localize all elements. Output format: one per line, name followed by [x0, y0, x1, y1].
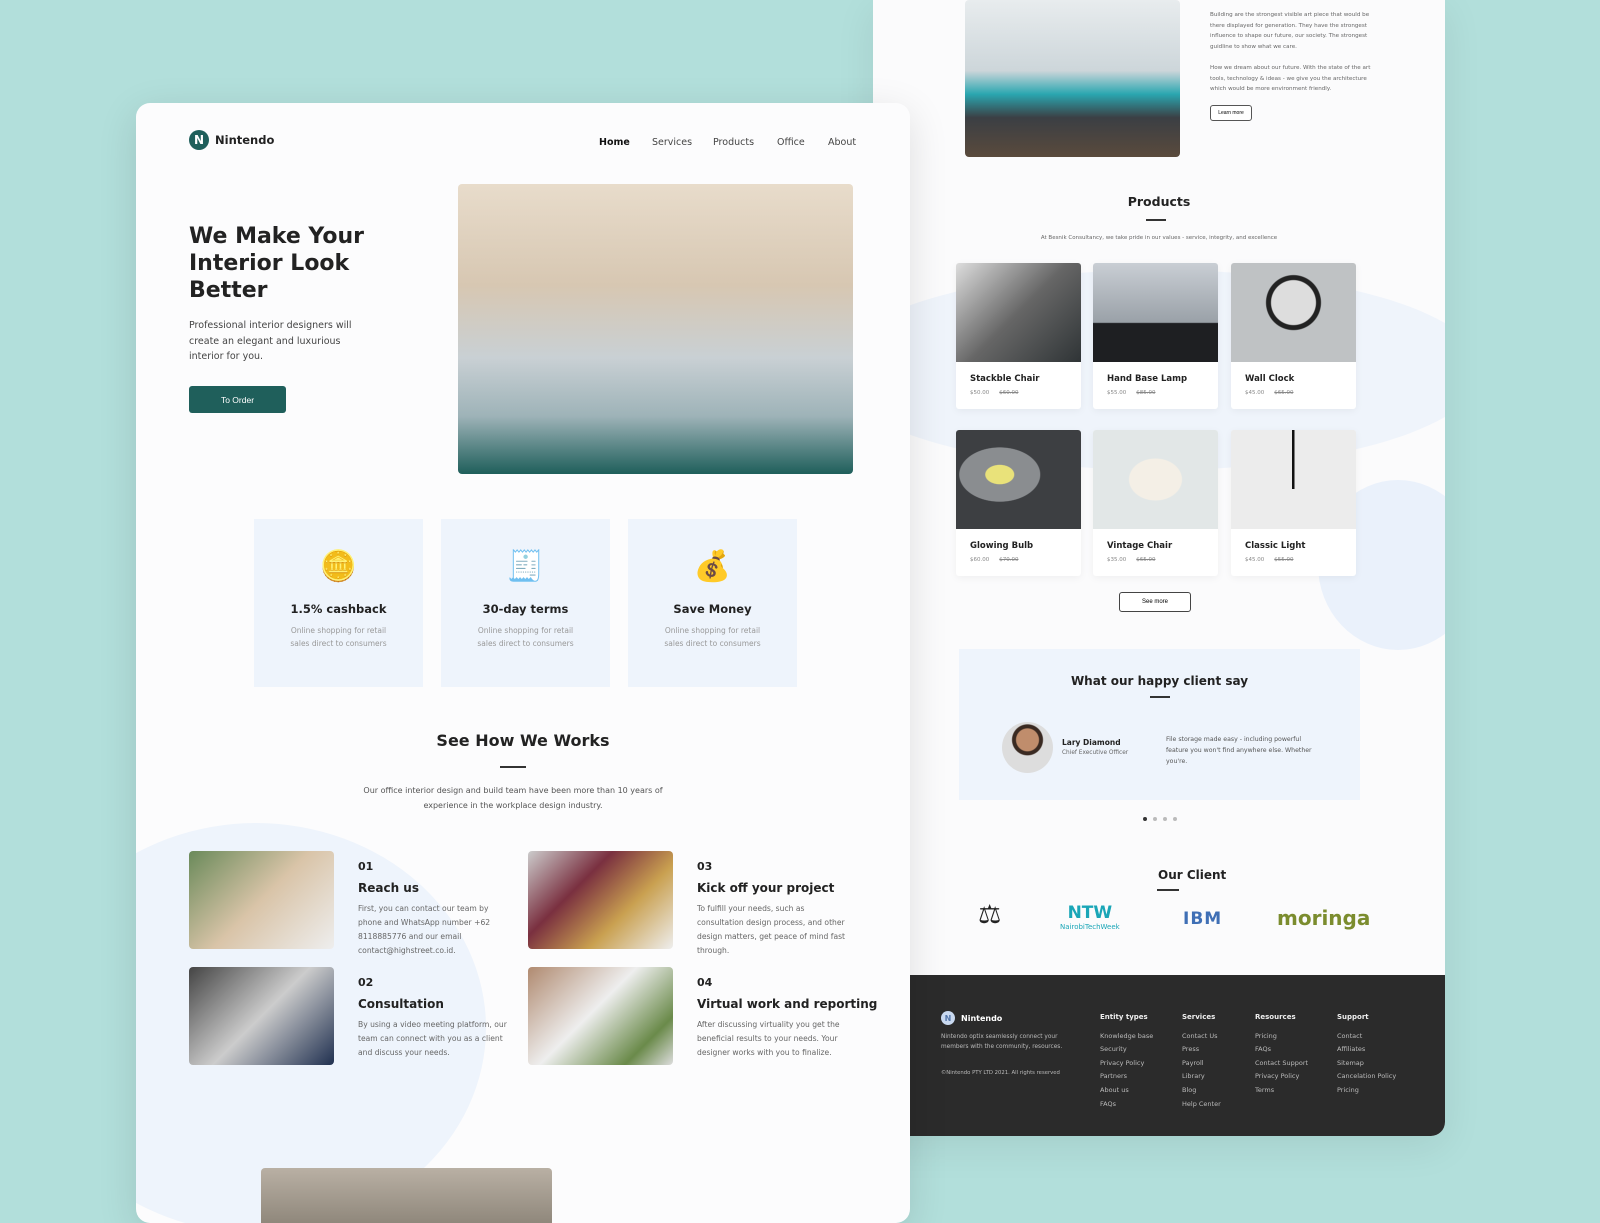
footer-link[interactable]: Contact	[1337, 1030, 1396, 1044]
avatar	[1002, 722, 1053, 773]
step-04: 04 Virtual work and reporting After discus…	[697, 976, 878, 1057]
footer-link[interactable]: Sitemap	[1337, 1057, 1396, 1071]
step-image-virtual-work	[528, 967, 673, 1065]
bottom-image	[261, 1168, 552, 1223]
brand-logo[interactable]: N Nintendo	[189, 130, 274, 150]
divider	[1157, 889, 1179, 891]
footer-link[interactable]: Payroll	[1182, 1057, 1221, 1071]
works-description: Our office interior design and build tea…	[363, 786, 663, 810]
feature-card-save-money: 💰 Save Money Online shopping for retail sa…	[628, 519, 797, 687]
footer-description: Nintendo optix seamlessly connect your m…	[941, 1034, 1063, 1050]
footer-link[interactable]: Press	[1182, 1043, 1221, 1057]
testimonial-card: What our happy client say Lary Diamond C…	[959, 649, 1360, 800]
divider	[1149, 696, 1170, 698]
footer-link[interactable]: Cancelation Policy	[1337, 1070, 1396, 1084]
footer-link[interactable]: Help Center	[1182, 1098, 1221, 1112]
nav-home[interactable]: Home	[599, 137, 630, 148]
client-name: Lary Diamond	[1062, 738, 1121, 747]
step-image-kickoff	[528, 851, 673, 949]
works-title: See How We Works	[436, 731, 610, 750]
invoice-check-icon: 🧾	[506, 549, 545, 584]
footer-link[interactable]: Terms	[1255, 1084, 1308, 1098]
step-image-reach-us	[189, 851, 334, 949]
product-card[interactable]: Wall Clock $45.00 $65.00	[1231, 263, 1356, 409]
client-role: Chief Executive Officer	[1062, 750, 1129, 756]
product-card[interactable]: Classic Light $45.00 $55.00	[1231, 430, 1356, 576]
footer-link[interactable]: Knowledge base	[1100, 1030, 1153, 1044]
kitchen-image	[965, 0, 1180, 157]
feature-card-terms: 🧾 30-day terms Online shopping for retail …	[441, 519, 610, 687]
client-logo-ibm: IBM	[1183, 909, 1223, 929]
footer-col-entity: Entity types Knowledge base Security Privac…	[1100, 1011, 1153, 1111]
classic-light-image	[1231, 430, 1356, 529]
footer-link[interactable]: Security	[1100, 1043, 1153, 1057]
divider	[1146, 219, 1166, 221]
testimonial-quote: File storage made easy - including power…	[1166, 736, 1312, 765]
learn-more-button[interactable]: Learn more	[1210, 105, 1252, 121]
products-title: Products	[1127, 194, 1191, 209]
to-order-button[interactable]: To Order	[189, 386, 286, 413]
footer-copyright: ©Nintendo PTY LTD 2021. All rights reser…	[941, 1070, 1060, 1076]
footer-link[interactable]: FAQs	[1255, 1043, 1308, 1057]
footer-link[interactable]: Privacy Policy	[1100, 1057, 1153, 1071]
see-more-button[interactable]: See more	[1119, 592, 1191, 612]
footer-col-services: Services Contact Us Press Payroll Library Blo…	[1182, 1011, 1221, 1111]
footer-link[interactable]: Privacy Policy	[1255, 1070, 1308, 1084]
hero-image	[458, 184, 853, 474]
wall-clock-image	[1231, 263, 1356, 362]
step-01: 01 Reach us First, you can contact our tea…	[358, 860, 491, 955]
feature-card-cashback: 🪙 1.5% cashback Online shopping for retail…	[254, 519, 423, 687]
glowing-bulb-image	[956, 430, 1081, 529]
vintage-chair-image	[1093, 430, 1218, 529]
client-logo-justice: ⚖	[978, 900, 1002, 930]
client-logo-moringa: moringa	[1277, 906, 1371, 930]
footer-link[interactable]: Pricing	[1255, 1030, 1308, 1044]
footer-link[interactable]: Blog	[1182, 1084, 1221, 1098]
clients-title: Our Client	[1158, 868, 1227, 882]
product-card[interactable]: Glowing Bulb $60.00 $70.00	[956, 430, 1081, 576]
testimonial-title: What our happy client say	[1070, 674, 1249, 688]
footer-brand: Nintendo	[961, 1013, 1003, 1023]
about-paragraph-2: How we dream about our future. With the …	[1210, 65, 1371, 93]
step-03: 03 Kick off your project To fulfill your n…	[697, 860, 846, 955]
product-card[interactable]: Vintage Chair $35.00 $65.00	[1093, 430, 1218, 576]
right-page-preview: Building are the strongest visible art p…	[873, 0, 1445, 1136]
nav-services[interactable]: Services	[652, 137, 692, 148]
footer-link[interactable]: Pricing	[1337, 1084, 1396, 1098]
footer-link[interactable]: Library	[1182, 1070, 1221, 1084]
brand-name: Nintendo	[215, 133, 275, 147]
carousel-dots[interactable]	[1143, 817, 1177, 821]
hero-subtitle: Professional interior designers will cre…	[189, 320, 352, 362]
product-card[interactable]: Hand Base Lamp $55.00 $85.00	[1093, 263, 1218, 409]
footer-col-resources: Resources Pricing FAQs Contact Support Priva…	[1255, 1011, 1308, 1098]
product-card[interactable]: Stackble Chair $50.00 $60.00	[956, 263, 1081, 409]
hero-title: We Make Your Interior Look Better	[189, 224, 364, 303]
nav-about[interactable]: About	[828, 137, 856, 148]
chair-image	[956, 263, 1081, 362]
lamp-image	[1093, 263, 1218, 362]
hand-coin-icon: 🪙	[319, 549, 358, 584]
nav-products[interactable]: Products	[713, 137, 754, 148]
divider	[500, 766, 526, 768]
main-page-preview: N Nintendo Home Services Products Office…	[136, 103, 910, 1223]
nav-office[interactable]: Office	[777, 137, 805, 148]
money-bag-icon: 💰	[693, 549, 732, 584]
logo-icon: N	[189, 130, 209, 150]
footer-link[interactable]: Partners	[1100, 1070, 1153, 1084]
client-logo-nairobitechweek: NTW NairobiTechWeek	[1060, 903, 1120, 931]
footer-link[interactable]: Affiliates	[1337, 1043, 1396, 1057]
products-subtitle: At Besnik Consultancy, we take pride in …	[1040, 235, 1278, 241]
about-paragraph-1: Building are the strongest visible art p…	[1210, 12, 1370, 50]
footer-link[interactable]: Contact Us	[1182, 1030, 1221, 1044]
footer-link[interactable]: FAQs	[1100, 1098, 1153, 1112]
footer-link[interactable]: Contact Support	[1255, 1057, 1308, 1071]
step-02: 02 Consultation By using a video meeting p…	[358, 976, 507, 1057]
footer-link[interactable]: About us	[1100, 1084, 1153, 1098]
step-image-consultation	[189, 967, 334, 1065]
footer-col-support: Support Contact Affiliates Sitemap Cancelati…	[1337, 1011, 1396, 1098]
footer-logo-icon: N	[941, 1011, 955, 1025]
